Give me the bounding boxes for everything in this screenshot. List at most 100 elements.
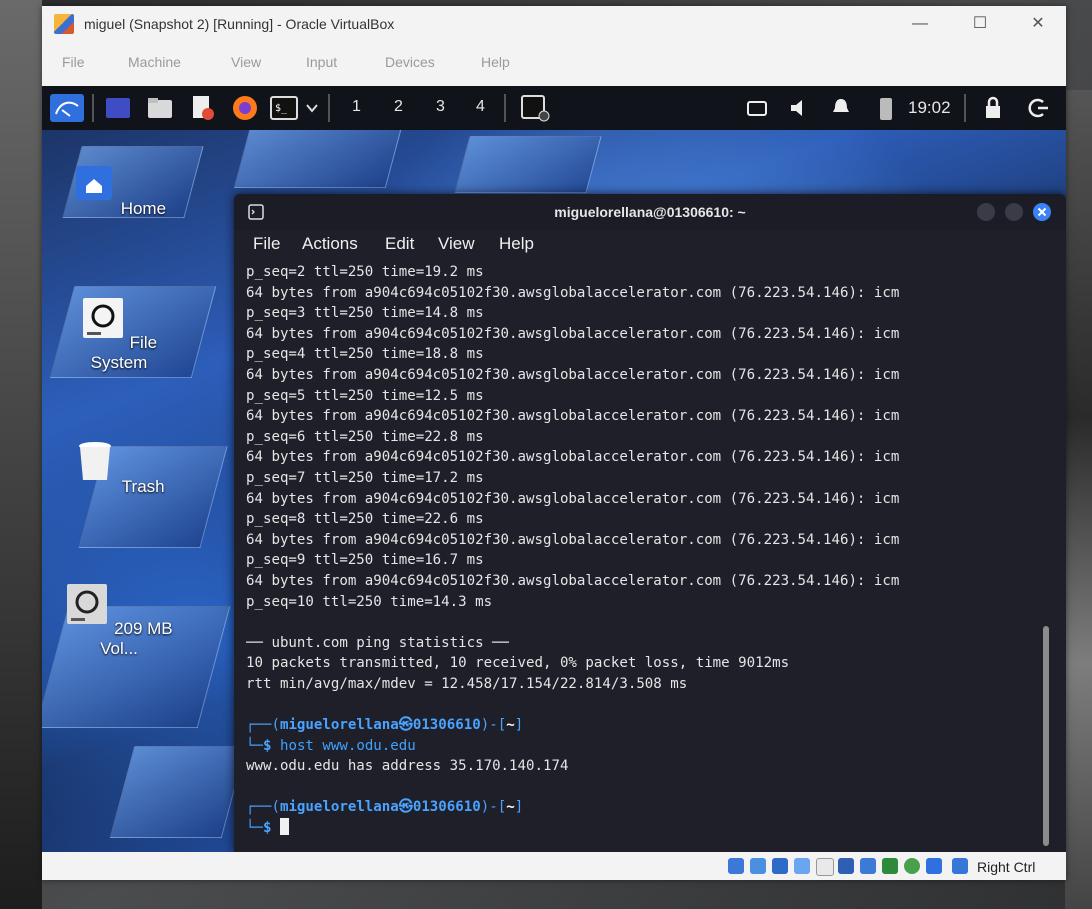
terminal-window: miguelorellana@01306610: ~ File Actions … [234, 194, 1066, 852]
terminal-line: 64 bytes from a904c694c05102f30.awsgloba… [246, 408, 900, 425]
display-status-icon[interactable] [860, 858, 876, 874]
kali-menu-icon[interactable] [50, 94, 84, 122]
firefox-icon[interactable] [230, 94, 260, 122]
window-titlebar[interactable]: miguel (Snapshot 2) [Running] - Oracle V… [42, 6, 1066, 42]
wallpaper-cube [109, 746, 247, 838]
desktop-icon-file-system[interactable]: File System [64, 296, 174, 373]
minimize-button[interactable]: — [900, 12, 940, 36]
terminal-menubar: File Actions Edit View Help [234, 230, 1066, 260]
terminal-cursor [279, 818, 289, 836]
terminal-maximize-button[interactable] [1004, 202, 1024, 222]
shared-folders-status-icon[interactable] [838, 858, 854, 874]
workspace-1[interactable]: 1 [352, 98, 361, 116]
battery-icon[interactable] [874, 94, 896, 122]
cpu-status-icon[interactable] [904, 858, 920, 874]
terminal-line: p_seq=2 ttl=250 time=19.2 ms [246, 264, 484, 280]
panel-separator [964, 94, 966, 122]
terminal-task-icon[interactable] [520, 94, 550, 122]
menu-devices[interactable]: Devices [385, 54, 435, 70]
terminal-line: p_seq=10 ttl=250 time=14.3 ms [246, 593, 493, 610]
terminal-ping-output: p_seq=2 ttl=250 time=19.2 ms 64 bytes fro… [246, 262, 1046, 715]
show-desktop-icon[interactable] [104, 94, 132, 122]
terminal-line: 64 bytes from a904c694c05102f30.awsgloba… [246, 490, 900, 507]
display-icon[interactable] [746, 94, 768, 122]
terminal-launcher-icon[interactable]: $_ [270, 94, 298, 122]
guest-screen: $_ 1 2 3 4 19:02 Home File System Trash … [42, 86, 1066, 852]
svg-text:$_: $_ [275, 103, 288, 114]
terminal-line: 10 packets transmitted, 10 received, 0% … [246, 655, 790, 672]
audio-status-icon[interactable] [772, 858, 788, 874]
terminal-line: p_seq=7 ttl=250 time=17.2 ms [246, 469, 484, 486]
workspace-4[interactable]: 4 [476, 98, 485, 116]
terminal-command-output: www.odu.edu has address 35.170.140.174 [246, 758, 569, 775]
panel-separator [504, 94, 506, 122]
maximize-button[interactable]: ☐ [960, 12, 1000, 36]
terminal-line: rtt min/avg/max/mdev = 12.458/17.154/22.… [246, 675, 688, 692]
trash-icon [79, 442, 112, 480]
terminal-line: p_seq=4 ttl=250 time=18.8 ms [246, 346, 484, 363]
desktop-icon-volume[interactable]: 209 MB Vol... [64, 582, 174, 659]
virtualbox-logo-icon [54, 14, 74, 34]
logout-icon[interactable] [1028, 94, 1050, 122]
terminal-menu-file[interactable]: File [253, 234, 280, 254]
mouse-integration-icon[interactable] [926, 858, 942, 874]
terminal-minimize-button[interactable] [976, 202, 996, 222]
terminal-prompt-2: ┌──(miguelorellana㉿01306610)-[~] [246, 799, 524, 816]
terminal-input-line[interactable]: └─$ [246, 818, 1046, 839]
vbox-menubar: File Machine View Input Devices Help [42, 50, 1066, 78]
desktop-icon-label: 209 MB Vol... [100, 619, 173, 658]
panel-separator [92, 94, 94, 122]
terminal-line: p_seq=5 ttl=250 time=12.5 ms [246, 387, 484, 404]
terminal-menu-help[interactable]: Help [499, 234, 534, 254]
close-button[interactable]: ✕ [1018, 12, 1058, 36]
keyboard-capture-icon[interactable] [952, 858, 968, 874]
menu-file[interactable]: File [62, 54, 85, 70]
vbox-statusbar: Right Ctrl [42, 852, 1066, 880]
terminal-close-button[interactable] [1032, 202, 1052, 222]
desktop-icon-trash[interactable]: Trash [64, 440, 174, 497]
desktop-icon-home[interactable]: Home [64, 162, 174, 219]
chevron-down-icon[interactable] [304, 94, 320, 122]
usb-status-icon[interactable] [816, 858, 834, 876]
menu-machine[interactable]: Machine [128, 54, 181, 70]
desktop-icon-label: Home [120, 199, 167, 218]
notification-bell-icon[interactable] [830, 94, 852, 122]
terminal-line: 64 bytes from a904c694c05102f30.awsgloba… [246, 531, 900, 548]
drive-icon [82, 298, 123, 338]
menu-input[interactable]: Input [306, 54, 337, 70]
host-desktop-right-edge [1065, 90, 1092, 909]
file-manager-icon[interactable] [146, 94, 174, 122]
host-desktop-left-edge [0, 0, 42, 909]
desktop-icon-label: Trash [121, 477, 165, 496]
network-status-icon[interactable] [794, 858, 810, 874]
workspace-3[interactable]: 3 [436, 98, 445, 116]
terminal-command-line: └─$ host www.odu.edu [246, 737, 416, 754]
terminal-menu-view[interactable]: View [438, 234, 475, 254]
text-editor-icon[interactable] [188, 94, 216, 122]
terminal-scrollbar[interactable] [1043, 626, 1049, 846]
terminal-line: 64 bytes from a904c694c05102f30.awsgloba… [246, 325, 900, 342]
terminal-line: 64 bytes from a904c694c05102f30.awsgloba… [246, 284, 900, 301]
terminal-titlebar[interactable]: miguelorellana@01306610: ~ [234, 194, 1066, 230]
optical-drive-status-icon[interactable] [750, 858, 766, 874]
terminal-title: miguelorellana@01306610: ~ [554, 204, 746, 220]
terminal-menu-edit[interactable]: Edit [385, 234, 414, 254]
terminal-line: 64 bytes from a904c694c05102f30.awsgloba… [246, 572, 900, 589]
workspace-2[interactable]: 2 [394, 98, 403, 116]
recording-status-icon[interactable] [882, 858, 898, 874]
terminal-menu-actions[interactable]: Actions [302, 234, 358, 254]
lock-icon[interactable] [982, 94, 1004, 122]
volume-icon[interactable] [788, 94, 810, 122]
panel-clock[interactable]: 19:02 [908, 98, 951, 118]
window-title: miguel (Snapshot 2) [Running] - Oracle V… [84, 16, 395, 32]
menu-view[interactable]: View [231, 54, 261, 70]
volume-drive-icon [67, 584, 108, 624]
terminal-line: p_seq=9 ttl=250 time=16.7 ms [246, 552, 484, 569]
storage-status-icon[interactable] [728, 858, 744, 874]
terminal-line: p_seq=3 ttl=250 time=14.8 ms [246, 305, 484, 322]
terminal-line: p_seq=8 ttl=250 time=22.6 ms [246, 511, 484, 528]
terminal-output[interactable]: p_seq=2 ttl=250 time=19.2 ms 64 bytes fro… [246, 262, 1046, 842]
menu-help[interactable]: Help [481, 54, 510, 70]
panel-separator [328, 94, 330, 122]
